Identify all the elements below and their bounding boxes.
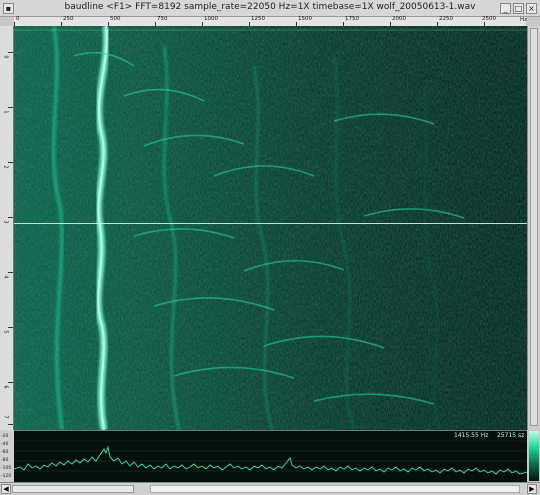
window-title: baudline <F1> FFT=8192 sample_rate=22050…	[64, 2, 476, 12]
sample-readout: 25715 sz	[497, 432, 525, 439]
spectrogram-image	[14, 26, 527, 430]
time-cursor-line[interactable]	[14, 223, 527, 224]
vertical-scrollbar[interactable]	[527, 26, 540, 430]
frequency-tick-label: 250	[63, 16, 74, 22]
frequency-unit-label: Hz	[520, 17, 528, 23]
time-tick-label: 1	[2, 110, 9, 114]
ruler-tick	[8, 327, 13, 328]
time-tick-label: 0	[2, 55, 9, 59]
ruler-tick	[8, 52, 13, 53]
ruler-tick	[8, 162, 13, 163]
frequency-tick-label: 2000	[392, 16, 406, 22]
ruler-tick	[8, 217, 13, 218]
db-label: -60	[1, 450, 9, 455]
ruler-tick	[8, 107, 13, 108]
vertical-scrollbar-thumb[interactable]	[530, 28, 538, 426]
frequency-tick-label: 750	[157, 16, 168, 22]
time-tick-label: 4	[2, 275, 9, 279]
db-scale: -20 -40 -60 -80 -100 -120	[0, 430, 14, 482]
db-label: -40	[1, 442, 9, 447]
frequency-tick-label: 2250	[439, 16, 453, 22]
spectrum-panel[interactable]	[13, 430, 528, 482]
time-tick-label: 7	[2, 415, 9, 419]
frequency-tick-label: 500	[110, 16, 121, 22]
horizontal-scrollbar-track[interactable]	[150, 485, 520, 493]
frequency-tick-label: 1750	[345, 16, 359, 22]
time-tick-label: 2	[2, 165, 9, 169]
frequency-tick-label: 1250	[251, 16, 265, 22]
close-button[interactable]: ×	[526, 3, 537, 14]
time-tick-label: 5	[2, 330, 9, 334]
db-label: -20	[1, 434, 9, 439]
frequency-readout: 1415.55 Hz	[454, 432, 489, 439]
frequency-tick-label: 1500	[298, 16, 312, 22]
db-label: -80	[1, 458, 9, 463]
color-scale-bar	[529, 431, 539, 481]
minimize-button[interactable]: _	[500, 3, 511, 14]
spectrum-trace	[13, 440, 528, 475]
ruler-tick	[8, 382, 13, 383]
title-bar: ▪ baudline <F1> FFT=8192 sample_rate=220…	[0, 0, 540, 17]
frequency-tick-label: 0	[16, 16, 20, 22]
db-label: -100	[1, 466, 12, 471]
time-tick-label: 6	[2, 385, 9, 389]
horizontal-scrollbar[interactable]: ◀ ▶	[0, 482, 540, 495]
horizontal-scrollbar-thumb[interactable]	[12, 485, 134, 493]
ruler-tick	[8, 272, 13, 273]
frequency-tick-label: 2500	[482, 16, 496, 22]
time-tick-label: 3	[2, 220, 9, 224]
maximize-button[interactable]: □	[513, 3, 524, 14]
ruler-tick	[8, 424, 13, 425]
time-ruler[interactable]: 0 1 2 3 4 5 6 7	[0, 26, 14, 430]
spectrogram-display[interactable]	[14, 26, 527, 430]
scroll-left-arrow-icon[interactable]: ◀	[1, 484, 11, 494]
frequency-tick-label: 1000	[204, 16, 218, 22]
scroll-right-arrow-icon[interactable]: ▶	[527, 484, 537, 494]
db-label: -120	[1, 474, 12, 479]
